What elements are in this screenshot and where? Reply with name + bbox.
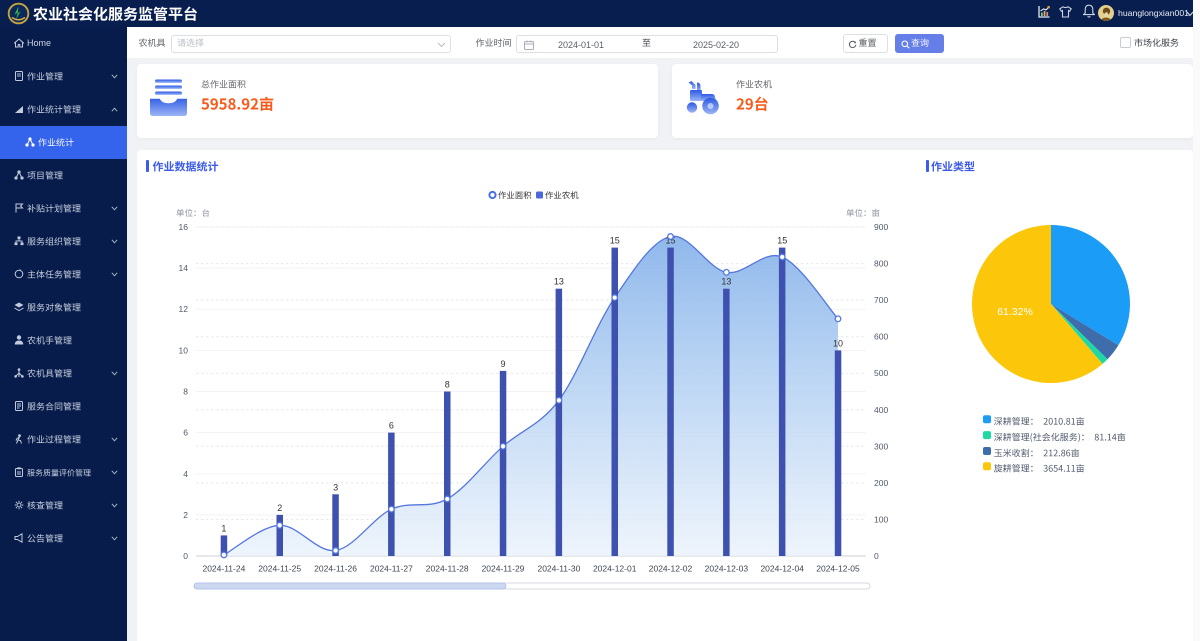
- svg-text:2024-12-02: 2024-12-02: [649, 564, 693, 574]
- svg-text:9: 9: [500, 359, 505, 369]
- svg-text:15: 15: [610, 236, 620, 246]
- svg-text:300: 300: [874, 441, 888, 451]
- svg-text:6: 6: [389, 421, 394, 431]
- svg-text:13: 13: [721, 277, 731, 287]
- svg-text:900: 900: [874, 222, 888, 232]
- svg-text:1: 1: [221, 523, 226, 533]
- svg-text:0: 0: [183, 551, 188, 561]
- svg-text:4: 4: [183, 469, 188, 479]
- svg-text:2024-11-24: 2024-11-24: [202, 564, 245, 574]
- svg-text:2024-11-30: 2024-11-30: [537, 564, 580, 574]
- svg-text:0: 0: [874, 551, 879, 561]
- svg-text:12: 12: [179, 304, 189, 314]
- svg-text:400: 400: [874, 405, 888, 415]
- svg-text:3: 3: [333, 482, 338, 492]
- svg-text:2024-12-04: 2024-12-04: [760, 564, 804, 574]
- svg-text:500: 500: [874, 368, 888, 378]
- svg-text:10: 10: [833, 338, 843, 348]
- svg-text:16: 16: [179, 222, 189, 232]
- svg-text:800: 800: [874, 259, 888, 269]
- svg-text:15: 15: [777, 236, 787, 246]
- svg-text:2024-11-29: 2024-11-29: [482, 564, 525, 574]
- svg-text:2024-11-28: 2024-11-28: [426, 564, 469, 574]
- svg-text:100: 100: [874, 514, 888, 524]
- svg-text:2024-11-26: 2024-11-26: [314, 564, 357, 574]
- svg-text:2024-12-03: 2024-12-03: [705, 564, 749, 574]
- svg-text:2024-12-01: 2024-12-01: [593, 564, 637, 574]
- svg-text:8: 8: [183, 387, 188, 397]
- svg-text:14: 14: [179, 263, 189, 273]
- svg-text:10: 10: [179, 345, 189, 355]
- svg-text:2: 2: [277, 503, 282, 513]
- svg-text:700: 700: [874, 295, 888, 305]
- svg-text:8: 8: [445, 380, 450, 390]
- svg-text:2024-11-25: 2024-11-25: [258, 564, 301, 574]
- svg-text:6: 6: [183, 428, 188, 438]
- svg-text:2024-12-05: 2024-12-05: [816, 564, 860, 574]
- svg-text:2024-11-27: 2024-11-27: [370, 564, 413, 574]
- svg-text:13: 13: [554, 277, 564, 287]
- svg-text:200: 200: [874, 478, 888, 488]
- svg-text:61.32%: 61.32%: [997, 306, 1033, 318]
- svg-text:2: 2: [183, 510, 188, 520]
- svg-text:600: 600: [874, 332, 888, 342]
